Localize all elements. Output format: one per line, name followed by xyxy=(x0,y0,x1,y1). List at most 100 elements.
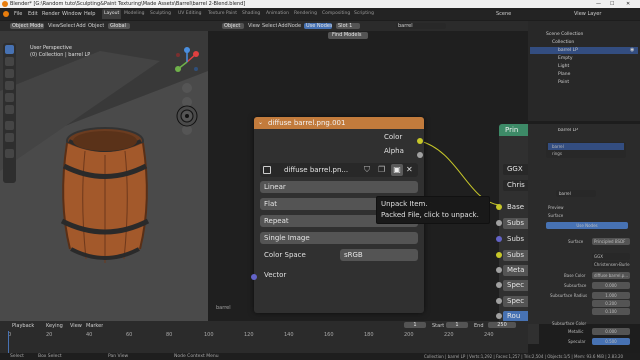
metallic-value[interactable]: 0.000 xyxy=(592,328,630,335)
object-mode-dropdown[interactable]: Object Mode xyxy=(10,23,44,29)
shield-icon[interactable]: ⛉ xyxy=(364,165,374,175)
tab-texture-paint[interactable]: Texture Paint xyxy=(206,9,239,19)
material-slot-barrel[interactable]: barrel xyxy=(548,143,624,150)
light-object[interactable] xyxy=(174,103,200,129)
tab-sculpting[interactable]: Sculpting xyxy=(148,9,173,19)
playhead[interactable] xyxy=(8,331,9,353)
image-name-field[interactable]: diffuse barrel.pn... xyxy=(284,164,358,176)
select-box-tool[interactable] xyxy=(5,45,14,54)
outliner-collection[interactable]: Collection xyxy=(530,39,638,46)
scale-tool[interactable] xyxy=(5,93,14,102)
barrel-object[interactable] xyxy=(50,121,160,271)
viewport-object-menu[interactable]: Object xyxy=(88,23,104,29)
subsurface-radius-z[interactable]: 0.100 xyxy=(592,308,630,315)
transform-orientation-dropdown[interactable]: Global xyxy=(108,23,130,29)
outliner[interactable]: Scene Collection Collection barrel LP Em… xyxy=(528,21,640,121)
properties-use-nodes-button[interactable]: Use Nodes xyxy=(546,222,628,229)
package-icon[interactable]: ▣ xyxy=(391,164,403,176)
properties-material-field[interactable]: barrel xyxy=(556,190,596,197)
cursor-tool[interactable] xyxy=(5,57,14,66)
tab-layout[interactable]: Layout xyxy=(102,9,122,19)
menu-window[interactable]: Window xyxy=(62,10,82,18)
frame-ruler[interactable]: 0 20 40 60 80 100 120 140 160 180 200 22… xyxy=(6,332,526,340)
principled-roughness-socket[interactable] xyxy=(496,313,502,319)
source-dropdown[interactable]: Single Image xyxy=(260,232,418,244)
principled-metallic-socket[interactable] xyxy=(496,267,502,273)
add-cube-tool[interactable] xyxy=(5,149,14,158)
outliner-empty[interactable]: Empty xyxy=(530,55,638,62)
move-tool[interactable] xyxy=(5,69,14,78)
tab-scripting[interactable]: Scripting xyxy=(352,9,376,19)
principled-specular-socket[interactable] xyxy=(496,282,502,288)
principled-subsurface-color-socket[interactable] xyxy=(496,252,502,258)
minimize-button[interactable]: — xyxy=(596,1,601,7)
timeline[interactable]: Playback Keying View Marker 1 Start 1 En… xyxy=(0,321,528,353)
outliner-plane[interactable]: Plane xyxy=(530,71,638,78)
blender-menu-icon[interactable] xyxy=(3,11,9,17)
subsurface-method-dropdown[interactable]: Christensen-Burle xyxy=(592,261,630,268)
color-space-dropdown[interactable]: sRGB xyxy=(340,249,418,261)
properties-editor[interactable]: barrel LP barrel rings barrel Preview Su… xyxy=(528,124,640,326)
outliner-scene-collection[interactable]: Scene Collection xyxy=(530,31,638,38)
timeline-view-menu[interactable]: View xyxy=(70,323,82,329)
shader-editor[interactable]: Object View Select Add Node Use Nodes Sl… xyxy=(208,21,539,344)
viewport-view-menu[interactable]: View xyxy=(48,23,60,29)
timeline-playback-menu[interactable]: Playback xyxy=(12,323,34,329)
menu-edit[interactable]: Edit xyxy=(28,10,38,18)
principled-base-color-socket[interactable] xyxy=(496,204,502,210)
principled-subsurface-socket[interactable] xyxy=(496,220,502,226)
menu-render[interactable]: Render xyxy=(42,10,60,18)
duplicate-icon[interactable]: ❐ xyxy=(378,165,388,175)
viewport-select-menu[interactable]: Select xyxy=(60,23,75,29)
outliner-light[interactable]: Light xyxy=(530,63,638,70)
input-vector-socket[interactable] xyxy=(251,274,257,280)
start-frame-field[interactable]: 1 xyxy=(446,322,468,328)
distribution-dropdown[interactable]: GGX xyxy=(592,253,630,260)
tab-shading[interactable]: Shading xyxy=(240,9,262,19)
image-node-header[interactable]: ⌄ diffuse barrel.png.001 xyxy=(254,117,424,129)
preview-panel[interactable]: Preview xyxy=(548,204,564,211)
maximize-button[interactable]: ☐ xyxy=(610,1,614,7)
3d-viewport[interactable]: Object Mode View Select Add Object Globa… xyxy=(0,21,208,321)
principled-specular-tint-socket[interactable] xyxy=(496,298,502,304)
image-icon[interactable] xyxy=(263,166,271,174)
timeline-keying-menu[interactable]: Keying xyxy=(46,323,63,329)
outliner-barrel-lp[interactable]: barrel LP xyxy=(530,47,638,54)
end-frame-field[interactable]: 250 xyxy=(488,322,516,328)
eye-icon[interactable]: ◉ xyxy=(630,47,634,53)
principled-subsurface-radius-socket[interactable] xyxy=(496,236,502,242)
output-color-socket[interactable] xyxy=(417,138,423,144)
transform-tool[interactable] xyxy=(5,105,14,114)
subsurface-value[interactable]: 0.000 xyxy=(592,282,630,289)
tab-animation[interactable]: Animation xyxy=(264,9,291,19)
outliner-point[interactable]: Point xyxy=(530,79,638,86)
subsurface-radius-y[interactable]: 0.200 xyxy=(592,300,630,307)
close-icon[interactable]: ✕ xyxy=(406,164,416,176)
interpolation-dropdown[interactable]: Linear xyxy=(260,181,418,193)
surface-shader-field[interactable]: Principled BSDF xyxy=(592,238,630,245)
tab-modeling[interactable]: Modeling xyxy=(122,9,146,19)
tab-compositing[interactable]: Compositing xyxy=(320,9,352,19)
chevron-down-icon[interactable]: ⌄ xyxy=(258,117,263,129)
surface-panel[interactable]: Surface xyxy=(548,212,563,219)
output-alpha-socket[interactable] xyxy=(417,152,423,158)
tab-uv-editing[interactable]: UV Editing xyxy=(176,9,203,19)
view-layer-selector[interactable]: View Layer xyxy=(574,10,601,18)
measure-tool[interactable] xyxy=(5,133,14,142)
close-window-button[interactable]: ✕ xyxy=(626,1,630,7)
navigation-gizmo[interactable] xyxy=(172,47,202,77)
menu-help[interactable]: Help xyxy=(84,10,95,18)
rotate-tool[interactable] xyxy=(5,81,14,90)
base-color-field[interactable]: diffuse barrel.p... xyxy=(592,272,630,279)
material-slot-rings[interactable]: rings xyxy=(548,150,624,157)
zoom-icon[interactable] xyxy=(182,83,192,93)
specular-value[interactable]: 0.500 xyxy=(592,338,630,345)
subsurface-radius-x[interactable]: 1.000 xyxy=(592,292,630,299)
viewport-add-menu[interactable]: Add xyxy=(76,23,86,29)
scene-selector[interactable]: Scene xyxy=(496,10,511,18)
menu-file[interactable]: File xyxy=(14,10,22,18)
annotate-tool[interactable] xyxy=(5,121,14,130)
timeline-marker-menu[interactable]: Marker xyxy=(86,323,103,329)
current-frame-field[interactable]: 1 xyxy=(404,322,426,328)
tab-rendering[interactable]: Rendering xyxy=(292,9,319,19)
